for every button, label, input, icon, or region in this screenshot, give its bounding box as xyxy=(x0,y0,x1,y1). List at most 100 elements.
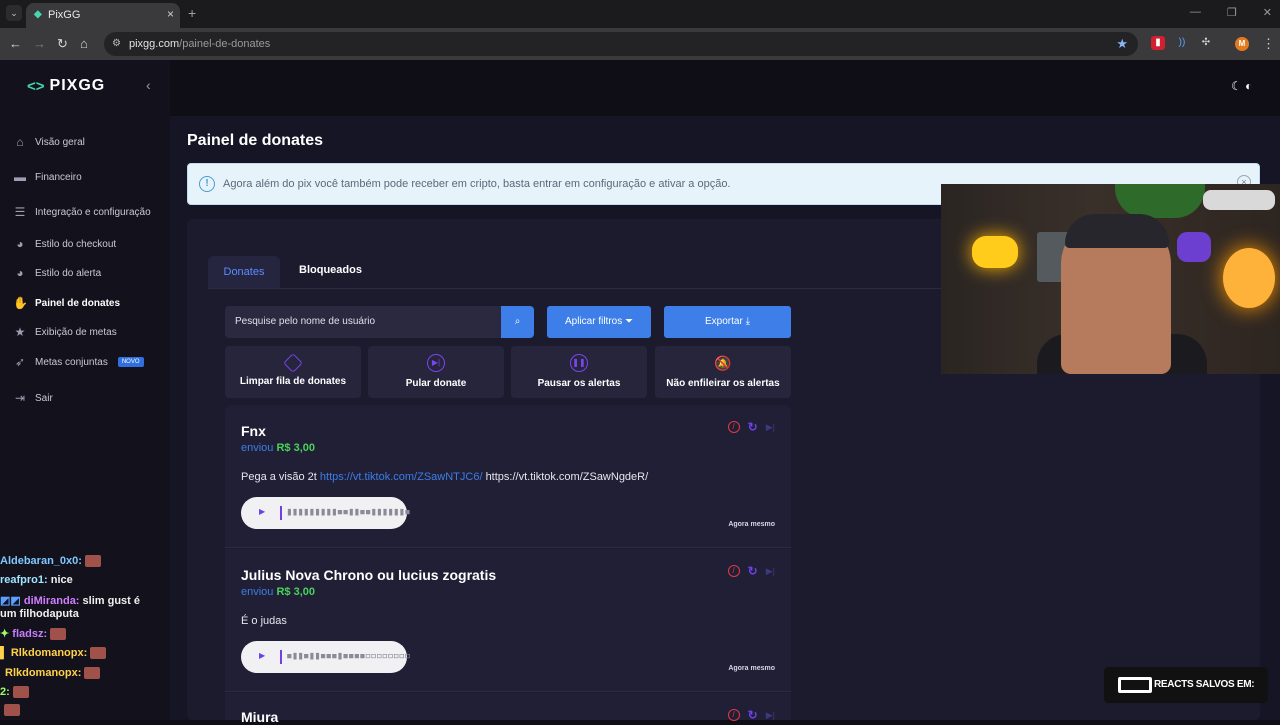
pause-alerts-button[interactable]: ❚❚ Pausar os alertas xyxy=(511,346,647,398)
pixgg-logo[interactable]: <> PIXGG xyxy=(27,77,105,95)
chat-message: ◩◩ diMiranda: slim gust é xyxy=(0,595,141,607)
skip-icon[interactable]: ▶| xyxy=(766,421,775,433)
forward-icon[interactable]: → xyxy=(33,36,46,51)
replay-icon[interactable]: ↻ xyxy=(748,709,758,721)
waveform: ▮▮▮▮▮▮▮▮▮▪▪▮▮▪▪▮▮▮▮▮▮▪ xyxy=(286,505,411,518)
sidebar-item-sair[interactable]: ⇥ Sair xyxy=(13,391,53,405)
reacts-logo-icon xyxy=(1118,677,1152,693)
donate-item: Fnx enviou R$ 3,00 / ↻ ▶| Pega a visão 2… xyxy=(225,405,791,548)
search-input[interactable]: Pesquise pelo nome de usuário xyxy=(225,306,501,338)
message-link[interactable]: https://vt.tiktok.com/ZSawNTJC6/ xyxy=(320,471,483,483)
badge-icon: ◩◩ xyxy=(0,595,21,607)
skip-donate-button[interactable]: ▶| Pular donate xyxy=(368,346,504,398)
replay-icon[interactable]: ↻ xyxy=(748,421,758,433)
play-icon[interactable]: ▶ xyxy=(259,507,265,516)
replay-icon[interactable]: ↻ xyxy=(748,565,758,577)
donate-time: Agora mesmo xyxy=(728,665,775,672)
donor-name: Julius Nova Chrono ou lucius zogratis xyxy=(241,567,497,583)
dont-queue-alerts-button[interactable]: 🔕 Não enfileirar os alertas xyxy=(655,346,791,398)
sidebar-item-label: Metas conjuntas xyxy=(35,356,108,368)
window-controls: — ❐ ✕ xyxy=(1190,6,1272,19)
emote-icon xyxy=(50,628,67,641)
moon-icon: ☾ xyxy=(1231,79,1242,93)
restore-icon[interactable]: ❐ xyxy=(1227,6,1237,19)
browser-tab[interactable]: ◆ PixGG × xyxy=(26,3,180,28)
audio-player[interactable]: ▶ ▪▮▮▪▮▮▪▪▪▮▪▪▪▪▫▫▫▫▫▫▫▫ xyxy=(241,641,411,673)
donate-item: Julius Nova Chrono ou lucius zogratis en… xyxy=(225,549,791,692)
donate-message: É o judas xyxy=(241,615,287,627)
extension-red-icon[interactable]: ▮ xyxy=(1151,36,1165,50)
sidebar-item-financeiro[interactable]: ▬ Financeiro xyxy=(13,170,82,184)
address-bar[interactable]: ⚙ pixgg.com/painel-de-donates ★ xyxy=(104,32,1138,56)
eraser-icon xyxy=(283,353,303,373)
reload-icon[interactable]: ↻ xyxy=(57,36,68,52)
sidebar-item-label: Estilo do alerta xyxy=(35,267,102,279)
block-icon[interactable]: / xyxy=(727,565,740,577)
wallet-icon: ▬ xyxy=(14,170,26,184)
extension-wave-icon[interactable]: )) xyxy=(1175,36,1189,50)
apply-filters-button[interactable]: Aplicar filtros ⏷ xyxy=(547,306,651,338)
minimize-icon[interactable]: — xyxy=(1190,6,1201,19)
chat-message-continuation: um filhodaputa xyxy=(0,608,79,620)
browser-menu-icon[interactable]: ⋮ xyxy=(1262,36,1275,52)
donate-actions: / ↻ ▶| xyxy=(727,421,775,433)
playhead[interactable] xyxy=(280,506,282,520)
info-icon: ! xyxy=(199,176,215,192)
toy-car-shape xyxy=(1203,190,1275,210)
app-topbar xyxy=(170,60,1280,116)
sidebar-item-painel-donates[interactable]: ✋ Painel de donates xyxy=(13,296,120,310)
home-icon[interactable]: ⌂ xyxy=(80,36,88,51)
theme-toggle[interactable]: ☾ ◐ xyxy=(1231,79,1252,93)
site-info-icon[interactable]: ⚙ xyxy=(112,38,121,49)
profile-avatar[interactable]: M xyxy=(1235,37,1249,51)
home-icon: ⌂ xyxy=(16,135,24,149)
browser-tabstrip: ⌄ ◆ PixGG × + — ❐ ✕ xyxy=(0,0,1280,28)
sidebar-item-estilo-checkout[interactable]: ◕ Estilo do checkout xyxy=(13,237,116,251)
donate-amount-line: enviou R$ 3,00 xyxy=(241,586,316,598)
block-icon[interactable]: / xyxy=(727,421,740,433)
skip-icon[interactable]: ▶| xyxy=(766,709,775,721)
donate-message: Pega a visão 2t https://vt.tiktok.com/ZS… xyxy=(241,471,649,483)
sidebar-item-estilo-alerta[interactable]: ◕ Estilo do alerta xyxy=(13,266,101,280)
emote-icon xyxy=(84,555,101,568)
filter-icon: ⏷ xyxy=(625,316,634,327)
sidebar-item-label: Integração e configuração xyxy=(35,206,151,218)
donate-hand-icon: ✋ xyxy=(13,296,28,310)
emote-icon xyxy=(4,704,20,717)
export-button[interactable]: Exportar ⤓ xyxy=(664,306,791,338)
search-icon: ⌕ xyxy=(514,316,521,327)
new-tab-icon[interactable]: + xyxy=(188,5,196,21)
sidebar-item-integracao[interactable]: ☰ Integração e configuração xyxy=(13,205,151,219)
search-button[interactable]: ⌕ xyxy=(501,306,534,338)
close-tab-icon[interactable]: × xyxy=(167,7,174,21)
palette-icon: ◕ xyxy=(16,266,24,280)
emote-icon xyxy=(90,647,107,660)
tab-search-button[interactable]: ⌄ xyxy=(6,5,22,21)
collapse-sidebar-icon[interactable]: ‹ xyxy=(146,77,151,93)
chat-message xyxy=(0,704,20,717)
extensions-puzzle-icon[interactable]: ✣ xyxy=(1199,36,1213,50)
lamp-shape xyxy=(1223,248,1275,308)
sidebar-item-visao-geral[interactable]: ⌂ Visão geral xyxy=(13,135,84,149)
heart-lamp-shape xyxy=(1177,232,1211,262)
block-icon[interactable]: / xyxy=(727,709,740,721)
tab-bloqueados[interactable]: Bloqueados xyxy=(299,264,362,276)
back-icon[interactable]: ← xyxy=(9,36,22,51)
bookmark-star-icon[interactable]: ★ xyxy=(1116,36,1128,52)
pixgg-favicon-icon: ◆ xyxy=(34,9,42,20)
skip-icon: ▶| xyxy=(427,354,445,372)
audio-player[interactable]: ▶ ▮▮▮▮▮▮▮▮▮▪▪▮▮▪▪▮▮▮▮▮▮▪ xyxy=(241,497,411,529)
cap-shape xyxy=(1065,214,1169,248)
clear-queue-button[interactable]: Limpar fila de donates xyxy=(225,346,361,398)
close-window-icon[interactable]: ✕ xyxy=(1263,6,1272,19)
donate-item: Miura / ↻ ▶| xyxy=(225,693,791,725)
new-badge: NOVO xyxy=(117,357,144,367)
skip-icon[interactable]: ▶| xyxy=(766,565,775,577)
bell-off-icon: 🔕 xyxy=(714,355,732,371)
sidebar-item-metas-conjuntas[interactable]: ➶ Metas conjuntas NOVO xyxy=(13,355,144,369)
sidebar-item-exibicao-metas[interactable]: ★ Exibição de metas xyxy=(13,325,117,339)
tab-donates[interactable]: Donates xyxy=(208,256,280,288)
emote-icon xyxy=(84,667,101,680)
play-icon[interactable]: ▶ xyxy=(259,651,265,660)
playhead[interactable] xyxy=(280,650,282,664)
